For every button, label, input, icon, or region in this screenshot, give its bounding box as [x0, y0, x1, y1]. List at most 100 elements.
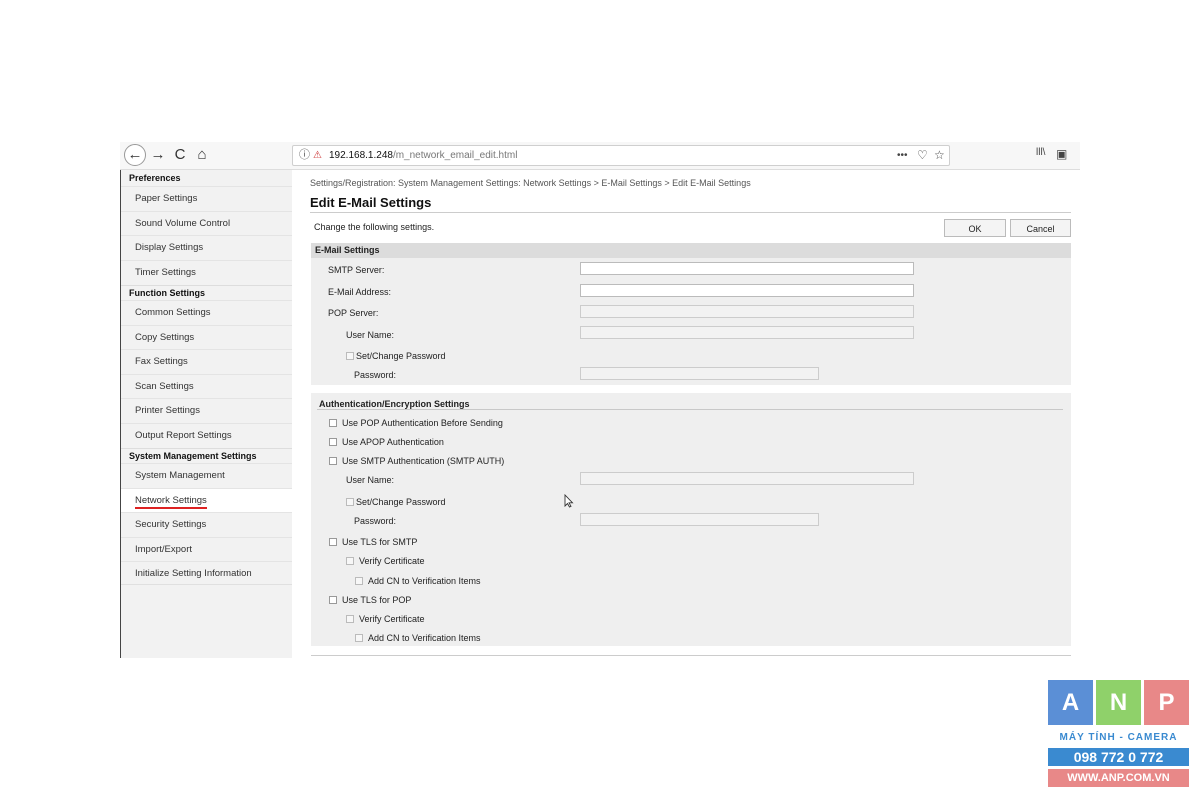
add-cn-smtp-checkbox[interactable] — [355, 577, 363, 585]
sidebar-item-security-settings[interactable]: Security Settings — [121, 512, 292, 536]
instruction-text: Change the following settings. — [314, 222, 435, 232]
sidebar-item-scan-settings[interactable]: Scan Settings — [121, 374, 292, 398]
sidebar-item-import-export[interactable]: Import/Export — [121, 537, 292, 561]
logo-letter-n: N — [1096, 680, 1141, 725]
sidebar-item-sound-volume[interactable]: Sound Volume Control — [121, 211, 292, 235]
cancel-button[interactable]: Cancel — [1010, 219, 1071, 237]
use-pop-auth-checkbox[interactable] — [329, 419, 337, 427]
sidebar-icon[interactable]: ▣ — [1056, 147, 1067, 161]
bookmark-star-icon[interactable]: ☆ — [934, 146, 945, 165]
sidebar-item-system-management[interactable]: System Management — [121, 463, 292, 487]
logo-tagline: MÁY TÍNH - CAMERA — [1059, 732, 1178, 743]
back-icon[interactable]: ← — [124, 144, 146, 166]
use-tls-smtp-label: Use TLS for SMTP — [342, 537, 418, 547]
pop-password-label: Password: — [354, 370, 397, 380]
mouse-cursor-icon — [564, 493, 574, 511]
verify-cert-smtp-label: Verify Certificate — [359, 556, 425, 566]
add-cn-pop-label: Add CN to Verification Items — [368, 633, 481, 643]
more-icon[interactable]: ••• — [897, 146, 908, 165]
add-cn-pop-checkbox[interactable] — [355, 634, 363, 642]
logo-website: WWW.ANP.COM.VN — [1048, 769, 1189, 787]
logo-phone: 098 772 0 772 — [1048, 748, 1189, 766]
use-tls-pop-label: Use TLS for POP — [342, 595, 412, 605]
sidebar-item-label: Initialize Setting Information — [135, 568, 252, 579]
sidebar-item-label: Sound Volume Control — [135, 218, 231, 229]
use-tls-pop-checkbox[interactable] — [329, 596, 337, 604]
smtp-server-label: SMTP Server: — [328, 265, 385, 275]
info-icon[interactable]: ⓘ — [299, 146, 310, 165]
smtp-server-input[interactable] — [580, 262, 914, 275]
use-apop-label: Use APOP Authentication — [342, 437, 444, 447]
page-title: Edit E-Mail Settings — [310, 195, 432, 210]
sidebar-item-copy-settings[interactable]: Copy Settings — [121, 325, 292, 349]
home-icon[interactable]: ⌂ — [192, 145, 212, 165]
sidebar-item-label: Paper Settings — [135, 193, 198, 204]
sidebar-item-fax-settings[interactable]: Fax Settings — [121, 349, 292, 373]
sidebar-item-common-settings[interactable]: Common Settings — [121, 300, 292, 324]
pop-set-password-checkbox[interactable] — [346, 352, 354, 360]
pop-user-name-input[interactable] — [580, 326, 914, 339]
sidebar-item-output-report[interactable]: Output Report Settings — [121, 423, 292, 447]
sidebar-section-function: Function Settings — [121, 285, 292, 300]
sidebar-item-label: Fax Settings — [135, 356, 188, 367]
ok-button[interactable]: OK — [944, 219, 1006, 237]
browser-toolbar: ← → C ⌂ ⓘ ⚠ 192.168.1.248/m_network_emai… — [120, 142, 1080, 170]
library-icon[interactable]: lll\ — [1036, 147, 1045, 158]
use-pop-auth-label: Use POP Authentication Before Sending — [342, 418, 503, 428]
email-settings-panel: E-Mail Settings SMTP Server: E-Mail Addr… — [311, 243, 1071, 385]
url-host: 192.168.1.248 — [329, 150, 393, 161]
smtp-user-name-label: User Name: — [346, 475, 395, 485]
sidebar-item-label: Scan Settings — [135, 381, 194, 392]
pop-password-input[interactable] — [580, 367, 819, 380]
sidebar-section-preferences: Preferences — [129, 173, 181, 183]
sidebar-item-label: Common Settings — [135, 307, 211, 318]
url-path: /m_network_email_edit.html — [392, 150, 518, 161]
address-bar[interactable]: ⓘ ⚠ 192.168.1.248/m_network_email_edit.h… — [292, 145, 950, 166]
email-address-input[interactable] — [580, 284, 914, 297]
title-divider — [310, 212, 1071, 213]
pop-set-password-label: Set/Change Password — [356, 351, 446, 361]
sidebar-item-label: Security Settings — [135, 519, 207, 530]
email-address-label: E-Mail Address: — [328, 287, 392, 297]
sidebar-item-printer-settings[interactable]: Printer Settings — [121, 398, 292, 422]
sidebar-item-timer-settings[interactable]: Timer Settings — [121, 260, 292, 284]
use-smtp-auth-label: Use SMTP Authentication (SMTP AUTH) — [342, 456, 505, 466]
smtp-set-password-checkbox[interactable] — [346, 498, 354, 506]
smtp-set-password-label: Set/Change Password — [356, 497, 446, 507]
sidebar-item-label: Import/Export — [135, 544, 193, 555]
pop-server-label: POP Server: — [328, 308, 379, 318]
verify-cert-pop-label: Verify Certificate — [359, 614, 425, 624]
sidebar-item-label: System Management — [135, 470, 225, 481]
forward-icon[interactable]: → — [148, 145, 168, 165]
url-text: 192.168.1.248/m_network_email_edit.html — [329, 146, 517, 165]
use-apop-checkbox[interactable] — [329, 438, 337, 446]
breadcrumb: Settings/Registration: System Management… — [310, 178, 751, 188]
insecure-lock-icon[interactable]: ⚠ — [313, 146, 322, 165]
sidebar-item-network-settings[interactable]: Network Settings — [121, 488, 292, 512]
sidebar-item-initialize[interactable]: Initialize Setting Information — [121, 561, 292, 585]
sidebar-item-label: Copy Settings — [135, 332, 195, 343]
smtp-user-name-input[interactable] — [580, 472, 914, 485]
sidebar-item-display-settings[interactable]: Display Settings — [121, 235, 292, 259]
email-settings-heading: E-Mail Settings — [311, 243, 1071, 258]
sidebar-section-system-management: System Management Settings — [121, 448, 292, 463]
pocket-icon[interactable]: ♡ — [917, 146, 928, 165]
anp-logo: A N P MÁY TÍNH - CAMERA 098 772 0 772 WW… — [1048, 680, 1189, 790]
auth-encryption-panel: Authentication/Encryption Settings Use P… — [311, 393, 1071, 646]
sidebar-item-label: Network Settings — [135, 495, 207, 509]
add-cn-smtp-label: Add CN to Verification Items — [368, 576, 481, 586]
smtp-password-input[interactable] — [580, 513, 819, 526]
auth-encryption-heading: Authentication/Encryption Settings — [319, 399, 470, 409]
sidebar-item-label: Output Report Settings — [135, 430, 232, 441]
pop-server-input[interactable] — [580, 305, 914, 318]
reload-icon[interactable]: C — [170, 145, 190, 165]
auth-heading-divider — [317, 409, 1063, 410]
use-smtp-auth-checkbox[interactable] — [329, 457, 337, 465]
sidebar-item-paper-settings[interactable]: Paper Settings — [121, 186, 292, 210]
verify-cert-smtp-checkbox[interactable] — [346, 557, 354, 565]
use-tls-smtp-checkbox[interactable] — [329, 538, 337, 546]
pop-user-name-label: User Name: — [346, 330, 395, 340]
logo-letter-a: A — [1048, 680, 1093, 725]
verify-cert-pop-checkbox[interactable] — [346, 615, 354, 623]
sidebar-item-label: Timer Settings — [135, 267, 196, 278]
